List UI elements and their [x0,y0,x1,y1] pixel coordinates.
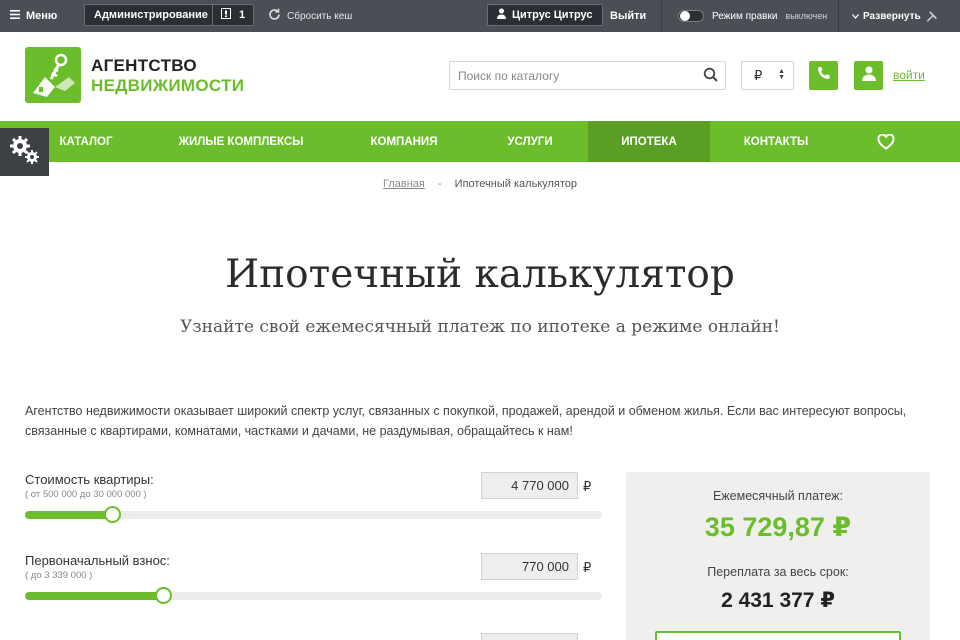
divider [838,0,839,32]
price-slider[interactable] [25,506,602,523]
phone-icon [816,66,831,86]
main-nav: Каталог Жилые комплексы Компания Услуги … [0,121,960,162]
hamburger-icon [10,10,20,22]
settings-panel-button[interactable] [0,128,49,176]
select-arrows-icon: ▲ ▼ [778,68,785,81]
downpayment-input[interactable] [481,553,578,580]
phone-button[interactable] [809,61,838,90]
price-input[interactable] [481,472,578,499]
currency-selected: ₽ [754,67,763,83]
monthly-payment-label: Ежемесячный платеж: [712,489,844,503]
price-slider-handle[interactable] [103,506,121,523]
nav-item-contacts[interactable]: Контакты [730,121,822,162]
notification-count: 1 [239,9,246,21]
divider [661,0,662,32]
nav-item-mortgage[interactable]: Ипотека [588,121,710,162]
toggle-switch-icon [678,10,704,22]
price-currency: ₽ [583,479,592,494]
downpayment-slider-handle[interactable] [155,587,173,604]
favorites-heart-icon[interactable] [866,121,906,162]
pin-icon[interactable] [926,0,938,32]
user-icon [497,8,506,22]
clear-cache-button[interactable]: Сбросить кеш [268,0,352,32]
edit-mode-state: выключен [785,11,828,21]
price-range-hint: ( от 500 000 до 30 000 000 ) [25,489,147,500]
nav-item-catalog[interactable]: Каталог [47,121,125,162]
page-subtitle: Узнайте свой ежемесячный платеж по ипоте… [180,317,780,337]
breadcrumb-current: Ипотечный калькулятор [454,178,578,190]
admin-menu-label: Меню [26,10,58,22]
downpayment-slider[interactable] [25,587,602,604]
breadcrumb: Главная - Ипотечный калькулятор [0,178,960,190]
search-icon[interactable] [703,67,719,83]
expand-button[interactable]: Развернуть [852,0,921,32]
logo-text-line1[interactable]: АГЕНТСТВО [91,56,197,76]
administration-button[interactable]: Администрирование [84,4,218,26]
clear-cache-label: Сбросить кеш [287,10,353,22]
edit-mode-toggle[interactable]: Режим правки выключен [678,0,827,32]
result-action-button[interactable] [655,631,901,640]
chevron-down-icon [852,11,859,22]
page-title: Ипотечный калькулятор [225,252,735,297]
search-input[interactable] [450,62,695,89]
result-panel: Ежемесячный платеж: 35 729,87 ₽ Переплат… [626,472,930,640]
login-link[interactable]: войти [893,68,925,82]
downpayment-label: Первоначальный взнос: [25,553,170,568]
breadcrumb-separator: - [437,178,442,190]
expand-label: Развернуть [863,10,921,22]
intro-text: Агентство недвижимости оказывает широкий… [25,404,907,438]
price-label: Стоимость квартиры: [25,472,154,487]
user-icon [861,66,876,86]
current-user-name: Цитрус Цитрус [512,9,593,21]
notification-icon [221,8,231,22]
logout-button[interactable]: Выйти [610,0,646,32]
current-user-button[interactable]: Цитрус Цитрус [487,4,603,26]
logo-icon[interactable] [25,47,81,103]
edit-mode-label: Режим правки [712,10,778,22]
next-field-input[interactable] [481,633,578,640]
refresh-icon [268,8,281,24]
overpayment-label: Переплата за весь срок: [707,565,849,579]
admin-bar: Меню Администрирование 1 Сбросить кеш Ци… [0,0,960,32]
nav-item-company[interactable]: Компания [356,121,452,162]
profile-button[interactable] [854,61,883,90]
gears-icon [8,133,42,172]
nav-item-residential-complexes[interactable]: Жилые комплексы [166,121,316,162]
nav-item-services[interactable]: Услуги [492,121,568,162]
search-box [449,61,726,90]
overpayment-value: 2 431 377 ₽ [721,589,835,612]
notifications-button[interactable]: 1 [212,4,255,26]
price-slider-fill [25,511,112,519]
monthly-payment-value: 35 729,87 ₽ [704,512,852,542]
breadcrumb-home-link[interactable]: Главная [383,178,425,190]
downpayment-slider-fill [25,592,164,600]
admin-menu-button[interactable]: Меню [10,0,57,32]
downpayment-currency: ₽ [583,560,592,575]
currency-select[interactable]: ₽ ▲ ▼ [741,61,794,90]
downpayment-range-hint: ( до 3 339 000 ) [25,570,93,581]
logo-text-line2[interactable]: НЕДВИЖИМОСТИ [91,76,244,96]
